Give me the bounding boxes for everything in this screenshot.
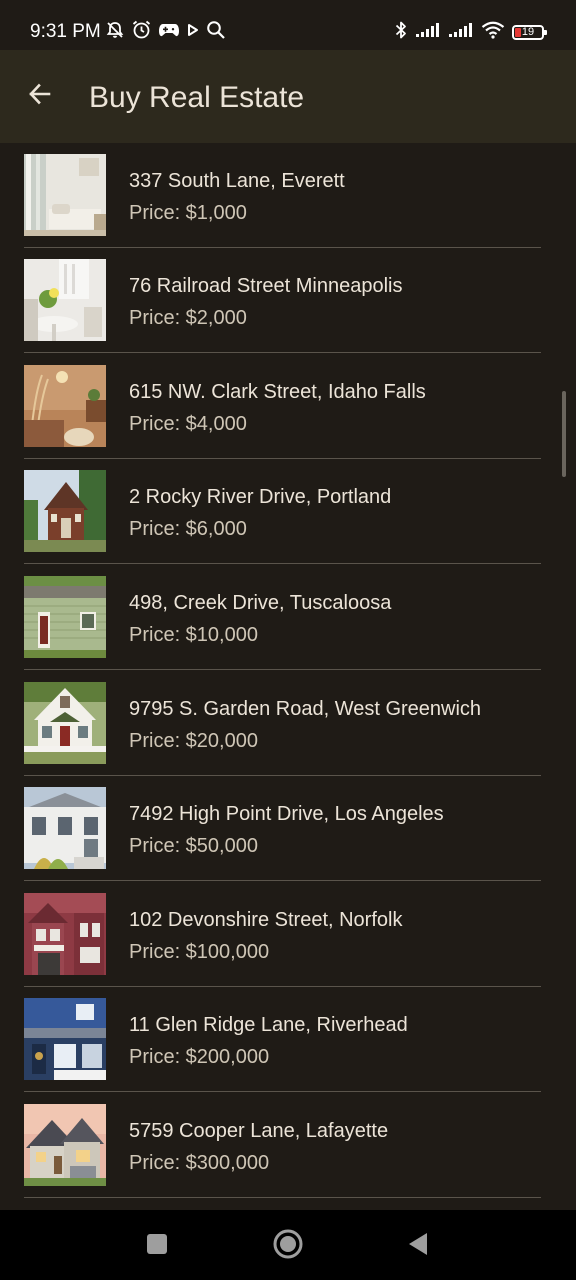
listing-photo bbox=[24, 1104, 106, 1186]
back-button[interactable] bbox=[22, 78, 58, 114]
recents-square-icon bbox=[146, 1233, 168, 1260]
listing-price: Price: $100,000 bbox=[129, 941, 270, 963]
system-nav-bar bbox=[0, 1210, 576, 1280]
listing-address: 76 Railroad Street Minneapolis bbox=[129, 275, 403, 297]
listing-photo bbox=[24, 259, 106, 341]
listing-address: 9795 S. Garden Road, West Greenwich bbox=[129, 698, 482, 720]
listing-price: Price: $300,000 bbox=[129, 1152, 270, 1174]
listing-price: Price: $200,000 bbox=[129, 1046, 270, 1068]
list-item[interactable]: 5759 Cooper Lane, Lafayette Price: $300,… bbox=[24, 1093, 541, 1198]
listing-price: Price: $4,000 bbox=[129, 413, 247, 435]
listing-address: 102 Devonshire Street, Norfolk bbox=[129, 909, 403, 931]
play-icon bbox=[186, 22, 200, 43]
listing-address: 5759 Cooper Lane, Lafayette bbox=[129, 1120, 389, 1142]
listing-photo bbox=[24, 365, 106, 447]
status-left-icons bbox=[105, 19, 226, 45]
recents-button[interactable] bbox=[137, 1226, 177, 1266]
list-item[interactable]: 498, Creek Drive, Tuscaloosa Price: $10,… bbox=[24, 565, 541, 670]
listing-price: Price: $50,000 bbox=[129, 835, 258, 857]
bell-off-icon bbox=[105, 20, 125, 45]
battery-level: 19 bbox=[521, 25, 535, 38]
listing-photo bbox=[24, 154, 106, 236]
signal-icon bbox=[448, 22, 474, 43]
app-bar: Buy Real Estate bbox=[0, 50, 576, 143]
list-item[interactable]: 337 South Lane, Everett Price: $1,000 bbox=[24, 143, 541, 248]
listing-address: 11 Glen Ridge Lane, Riverhead bbox=[129, 1014, 408, 1036]
listing-address: 498, Creek Drive, Tuscaloosa bbox=[129, 592, 392, 614]
home-circle-icon bbox=[273, 1229, 303, 1264]
listing-photo bbox=[24, 470, 106, 552]
listing-photo bbox=[24, 682, 106, 764]
listing-photo bbox=[24, 576, 106, 658]
list-item[interactable]: 102 Devonshire Street, Norfolk Price: $1… bbox=[24, 882, 541, 987]
listing-photo bbox=[24, 787, 106, 869]
listing-address: 7492 High Point Drive, Los Angeles bbox=[129, 803, 444, 825]
listing-price: Price: $20,000 bbox=[129, 730, 258, 752]
scrollbar[interactable] bbox=[562, 391, 566, 477]
game-controller-icon bbox=[158, 21, 180, 44]
search-icon bbox=[206, 20, 226, 45]
battery-icon: 19 bbox=[512, 24, 547, 40]
home-button[interactable] bbox=[268, 1226, 308, 1266]
page-title: Buy Real Estate bbox=[89, 81, 305, 114]
list-item[interactable]: 76 Railroad Street Minneapolis Price: $2… bbox=[24, 248, 541, 353]
listing-list[interactable]: 337 South Lane, Everett Price: $1,000 76… bbox=[0, 143, 576, 1210]
back-triangle-icon bbox=[406, 1231, 430, 1262]
listing-address: 2 Rocky River Drive, Portland bbox=[129, 486, 392, 508]
listing-address: 337 South Lane, Everett bbox=[129, 170, 345, 192]
status-bar: 9:31 PM 19 bbox=[0, 0, 576, 50]
status-time: 9:31 PM bbox=[30, 21, 101, 42]
arrow-left-icon bbox=[27, 81, 53, 112]
signal-icon bbox=[415, 22, 441, 43]
listing-price: Price: $6,000 bbox=[129, 518, 247, 540]
list-item[interactable]: 7492 High Point Drive, Los Angeles Price… bbox=[24, 776, 541, 881]
status-right-icons: 19 bbox=[394, 20, 547, 45]
listing-photo bbox=[24, 893, 106, 975]
list-item[interactable]: 615 NW. Clark Street, Idaho Falls Price:… bbox=[24, 354, 541, 459]
list-item[interactable]: 11 Glen Ridge Lane, Riverhead Price: $20… bbox=[24, 987, 541, 1092]
listing-price: Price: $2,000 bbox=[129, 307, 247, 329]
bluetooth-icon bbox=[394, 20, 408, 45]
listing-price: Price: $10,000 bbox=[129, 624, 258, 646]
list-item[interactable]: 9795 S. Garden Road, West Greenwich Pric… bbox=[24, 671, 541, 776]
alarm-icon bbox=[131, 19, 152, 45]
listing-price: Price: $1,000 bbox=[129, 202, 247, 224]
back-nav-button[interactable] bbox=[398, 1226, 438, 1266]
wifi-icon bbox=[481, 21, 505, 44]
listing-address: 615 NW. Clark Street, Idaho Falls bbox=[129, 381, 426, 403]
list-item[interactable]: 2 Rocky River Drive, Portland Price: $6,… bbox=[24, 459, 541, 564]
listing-photo bbox=[24, 998, 106, 1080]
